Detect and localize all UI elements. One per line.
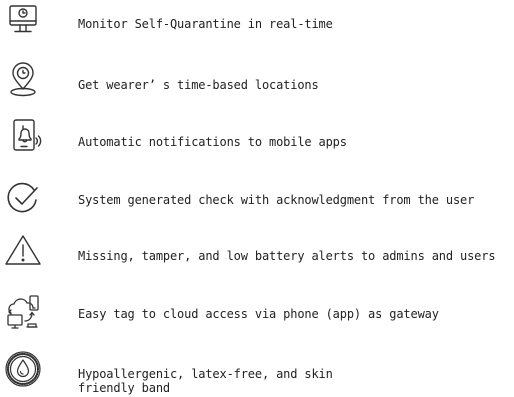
phone-notification-icon xyxy=(3,114,43,154)
cloud-devices-icon xyxy=(3,293,43,333)
feature-label: Get wearer’ s time-based locations xyxy=(78,78,319,92)
hypoallergenic-badge-icon xyxy=(3,349,43,389)
location-pin-icon xyxy=(3,60,43,100)
monitor-icon xyxy=(3,2,43,42)
feature-label: Hypoallergenic, latex-free, and skin fri… xyxy=(78,367,333,395)
warning-triangle-icon xyxy=(3,230,43,270)
feature-label: Monitor Self-Quarantine in real-time xyxy=(78,17,333,31)
feature-label: Easy tag to cloud access via phone (app)… xyxy=(78,307,439,321)
feature-label: Missing, tamper, and low battery alerts … xyxy=(78,249,496,263)
check-circle-icon xyxy=(3,178,43,218)
feature-label: Automatic notifications to mobile apps xyxy=(78,135,347,149)
feature-label: System generated check with acknowledgme… xyxy=(78,193,475,207)
